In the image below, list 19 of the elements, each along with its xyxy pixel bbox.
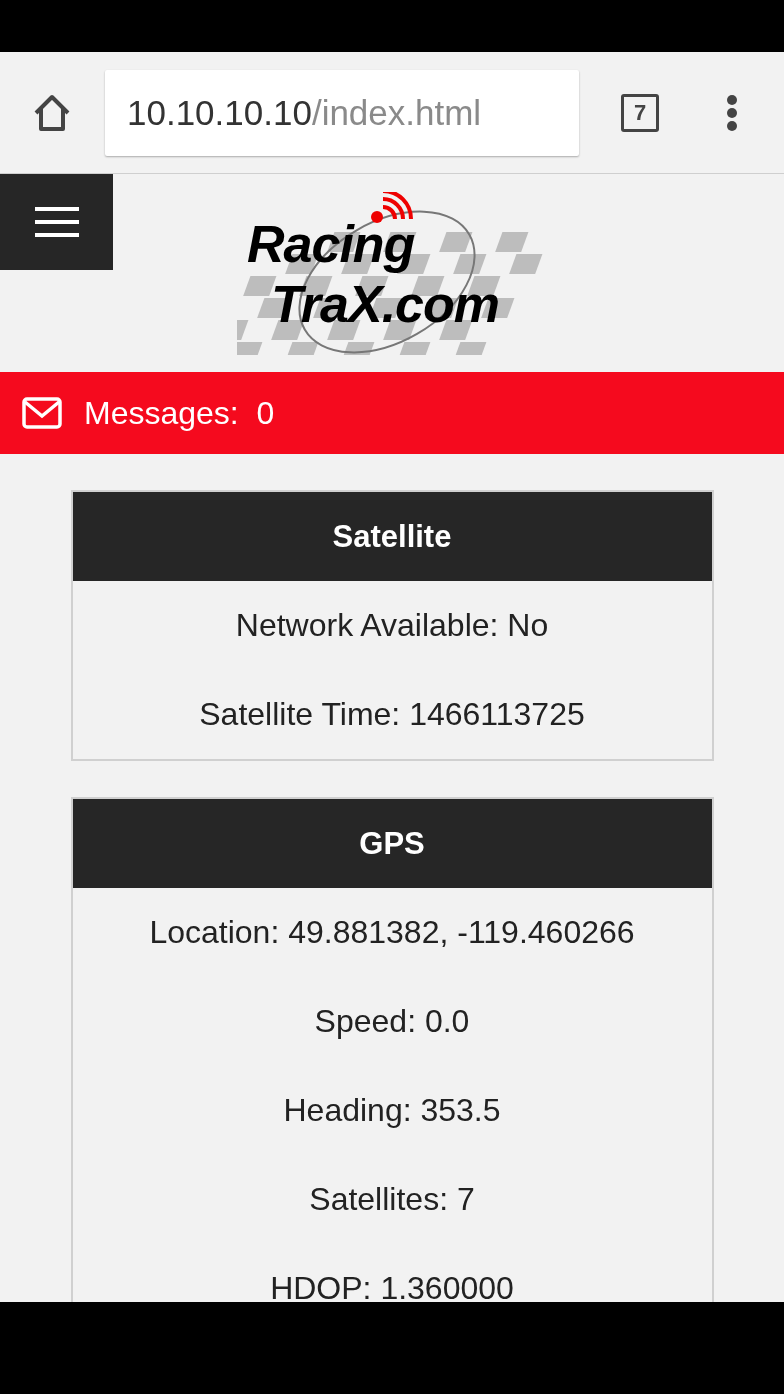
logo-text: TraX.com <box>271 273 500 334</box>
menu-icon <box>34 206 79 238</box>
mail-icon <box>22 397 62 429</box>
more-options-icon[interactable] <box>725 93 739 132</box>
status-text: Speed: 0.0 <box>314 1003 470 1040</box>
status-text: Satellites: 7 <box>309 1181 475 1218</box>
card-title: GPS <box>72 799 712 888</box>
logo-text: Racing <box>247 213 415 274</box>
menu-button[interactable] <box>0 174 113 270</box>
card-title: Satellite <box>72 492 712 581</box>
status-text: Network Available: No <box>235 607 549 644</box>
status-text: Heading: 353.5 <box>283 1092 501 1129</box>
home-icon[interactable] <box>32 92 72 133</box>
status-text: Location: 49.881382, -119.460266 <box>149 914 635 951</box>
status-text: Satellite Time: 1466113725 <box>199 696 585 733</box>
url-field[interactable]: 10.10.10.10/index.html <box>105 69 579 156</box>
status-text: HDOP: 1.360000 <box>270 1270 514 1302</box>
tab-switcher-button[interactable]: 7 <box>621 93 659 132</box>
messages-label: Messages: 0 <box>84 394 275 432</box>
